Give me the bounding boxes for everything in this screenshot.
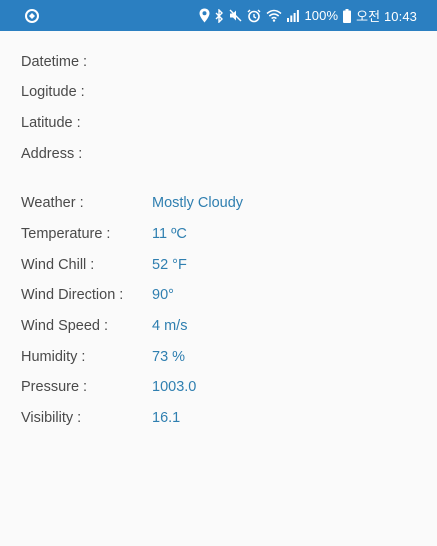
weather-label: Weather : (21, 195, 84, 211)
datetime-row: Datetime : (21, 51, 152, 73)
wind-chill-label: Wind Chill : (21, 257, 95, 273)
clock: 오전 10:43 (356, 9, 417, 24)
wind-speed-label: Wind Speed : (21, 318, 109, 334)
wind-direction-row: Wind Direction : 90° (21, 284, 174, 306)
wifi-icon (266, 8, 282, 24)
longitude-label: Logitude : (21, 84, 85, 100)
alarm-icon (247, 8, 261, 24)
pressure-value: 1003.0 (152, 379, 197, 395)
weather-row: Weather : Mostly Cloudy (21, 192, 243, 214)
status-bar: 100% 오전 10:43 (0, 0, 437, 31)
app-sync-icon (24, 8, 40, 24)
wind-direction-label: Wind Direction : (21, 287, 124, 303)
location-icon (199, 8, 210, 24)
wind-chill-row: Wind Chill : 52 °F (21, 254, 187, 276)
wind-chill-value: 52 °F (152, 257, 187, 273)
visibility-row: Visibility : 16.1 (21, 407, 180, 429)
humidity-label: Humidity : (21, 349, 86, 365)
humidity-value: 73 % (152, 349, 186, 365)
temperature-label: Temperature : (21, 226, 111, 242)
status-left (24, 8, 40, 24)
temperature-row: Temperature : 11 ºC (21, 223, 187, 245)
pressure-row: Pressure : 1003.0 (21, 376, 196, 398)
bluetooth-icon (215, 8, 224, 24)
signal-icon (287, 8, 300, 24)
address-row: Address : (21, 143, 152, 165)
latitude-row: Latitude : (21, 112, 152, 134)
weather-screen: Datetime : Logitude : Latitude : Address… (0, 31, 437, 546)
battery-percent: 100% (304, 8, 339, 23)
latitude-label: Latitude : (21, 115, 81, 131)
visibility-label: Visibility : (21, 410, 82, 426)
visibility-value: 16.1 (152, 410, 181, 426)
mute-icon (229, 8, 242, 24)
status-icons: 100% 오전 10:43 (199, 6, 417, 25)
wind-speed-value: 4 m/s (152, 318, 188, 334)
address-label: Address : (21, 146, 83, 162)
temperature-value: 11 ºC (152, 226, 187, 242)
weather-value: Mostly Cloudy (152, 195, 244, 211)
wind-speed-row: Wind Speed : 4 m/s (21, 315, 187, 337)
battery-icon (343, 8, 352, 24)
humidity-row: Humidity : 73 % (21, 346, 185, 368)
pressure-label: Pressure : (21, 379, 88, 395)
longitude-row: Logitude : (21, 81, 152, 103)
datetime-label: Datetime : (21, 54, 88, 70)
wind-direction-value: 90° (152, 287, 174, 303)
